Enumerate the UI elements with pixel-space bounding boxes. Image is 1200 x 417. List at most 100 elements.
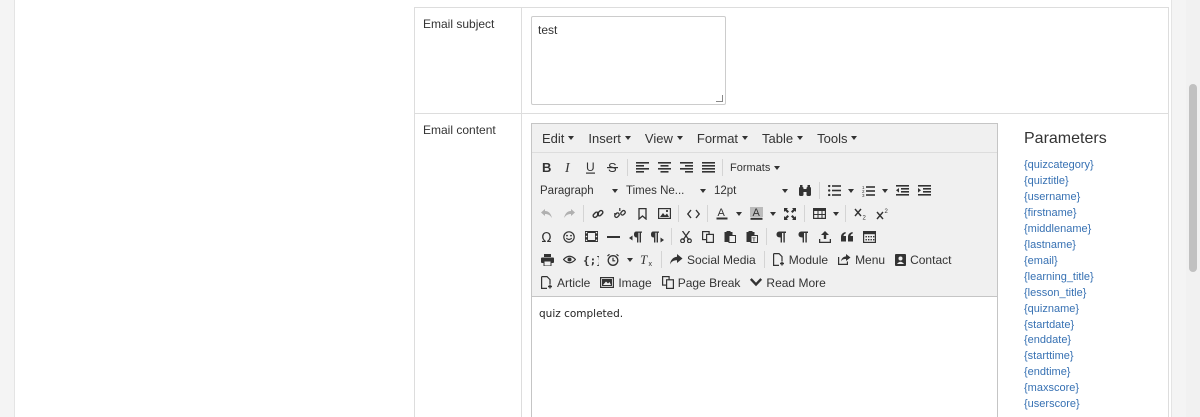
menu-view[interactable]: View [638,131,690,146]
binoculars-icon[interactable] [794,180,816,201]
horizontal-rule-icon[interactable] [602,226,624,247]
indent-button[interactable] [913,180,935,201]
image-icon[interactable] [653,203,675,224]
chevron-down-icon [568,136,575,140]
upload-icon[interactable] [814,226,836,247]
menu-edit[interactable]: Edit [535,131,581,146]
strikethrough-button[interactable]: S [602,157,624,178]
parameter-link[interactable]: {username} [1024,190,1164,206]
parameter-link[interactable]: {lastname} [1024,238,1164,254]
table-icon[interactable] [808,203,830,224]
page-break-button[interactable]: Page Break [657,272,746,293]
align-center-button[interactable] [653,157,675,178]
social-media-button[interactable]: Social Media [665,249,761,270]
blockquote-icon[interactable] [836,226,858,247]
rich-text-editor: Edit Insert View Format Table Tools B I … [531,123,998,417]
paste-icon[interactable] [719,226,741,247]
clock-icon[interactable] [602,249,624,270]
parameter-link[interactable]: {middlename} [1024,222,1164,238]
scrollbar-thumb[interactable] [1189,84,1197,272]
menu-format[interactable]: Format [690,131,755,146]
chevron-down-icon[interactable] [830,203,842,224]
align-left-button[interactable] [631,157,653,178]
rtl-icon[interactable] [624,226,646,247]
font-family-select[interactable]: Times Ne... [622,180,710,201]
italic-button[interactable]: I [558,157,580,178]
cut-icon[interactable] [675,226,697,247]
vertical-scrollbar[interactable] [1186,0,1200,417]
formats-dropdown[interactable]: Formats [726,157,784,178]
unlink-icon[interactable] [609,203,631,224]
bullet-list-button[interactable] [823,180,845,201]
parameter-link[interactable]: {enddate} [1024,333,1164,349]
parameter-link[interactable]: {starttime} [1024,349,1164,365]
bookmark-icon[interactable] [631,203,653,224]
block-format-select[interactable]: Paragraph [536,180,622,201]
parameter-link[interactable]: {firstname} [1024,206,1164,222]
parameter-link[interactable]: {lesson_title} [1024,286,1164,302]
parameter-link[interactable]: {email} [1024,254,1164,270]
underline-button[interactable]: U [580,157,602,178]
article-button[interactable]: Article [536,272,595,293]
clear-formatting-icon[interactable]: Tx [636,249,658,270]
ltr-icon[interactable] [646,226,668,247]
align-right-button[interactable] [675,157,697,178]
editor-menubar: Edit Insert View Format Table Tools [532,124,997,153]
parameter-link[interactable]: {learning_title} [1024,270,1164,286]
parameter-link[interactable]: {quiztitle} [1024,174,1164,190]
chevron-down-icon[interactable] [845,180,857,201]
menu-table[interactable]: Table [755,131,810,146]
chevron-down-icon[interactable] [767,203,779,224]
parameter-link[interactable]: {endtime} [1024,365,1164,381]
menu-insert[interactable]: Insert [581,131,638,146]
undo-icon[interactable] [536,203,558,224]
parameter-link[interactable]: {quizname} [1024,302,1164,318]
editor-content-area[interactable]: quiz completed. [532,297,997,331]
parameter-link[interactable]: {userscore} [1024,397,1164,413]
block-format-value: Paragraph [540,184,594,197]
copy-icon[interactable] [697,226,719,247]
numbered-list-button[interactable]: 123 [857,180,879,201]
fullscreen-icon[interactable] [779,203,801,224]
parameter-link[interactable]: {startdate} [1024,318,1164,334]
chevron-down-icon [782,188,788,193]
menu-tools[interactable]: Tools [810,131,864,146]
menu-button[interactable]: Menu [833,249,890,270]
contact-button[interactable]: Contact [890,249,956,270]
bold-button[interactable]: B [536,157,558,178]
outdent-button[interactable] [891,180,913,201]
preview-icon[interactable] [558,249,580,270]
chevron-down-icon[interactable] [733,203,745,224]
share-icon [670,254,683,265]
chevron-down-icon [851,136,858,140]
link-icon[interactable] [587,203,609,224]
paste-text-icon[interactable]: T [741,226,763,247]
background-color-icon[interactable]: A [745,203,767,224]
chevron-down-icon [700,188,706,193]
resize-handle-icon[interactable] [716,95,723,102]
email-subject-textarea[interactable]: test [531,16,726,105]
parameter-link[interactable]: {quizcategory} [1024,158,1164,174]
text-color-icon[interactable]: A [711,203,733,224]
module-button[interactable]: Module [768,249,833,270]
show-blocks-icon[interactable] [792,226,814,247]
image-button[interactable]: Image [595,272,656,293]
read-more-button[interactable]: Read More [745,272,830,293]
code-sample-icon[interactable]: {;} [580,249,602,270]
chevron-down-icon[interactable] [879,180,891,201]
omega-icon[interactable]: Ω [536,226,558,247]
template-icon[interactable] [858,226,880,247]
pilcrow-icon[interactable] [770,226,792,247]
emoticon-icon[interactable] [558,226,580,247]
print-icon[interactable] [536,249,558,270]
subscript-icon[interactable]: 2 [849,203,871,224]
code-icon[interactable] [682,203,704,224]
align-justify-button[interactable] [697,157,719,178]
superscript-icon[interactable]: 2 [871,203,893,224]
chevron-down-icon[interactable] [624,249,636,270]
read-more-label: Read More [766,275,826,290]
parameter-link[interactable]: {maxscore} [1024,381,1164,397]
font-size-select[interactable]: 12pt [710,180,792,201]
media-icon[interactable] [580,226,602,247]
redo-icon[interactable] [558,203,580,224]
